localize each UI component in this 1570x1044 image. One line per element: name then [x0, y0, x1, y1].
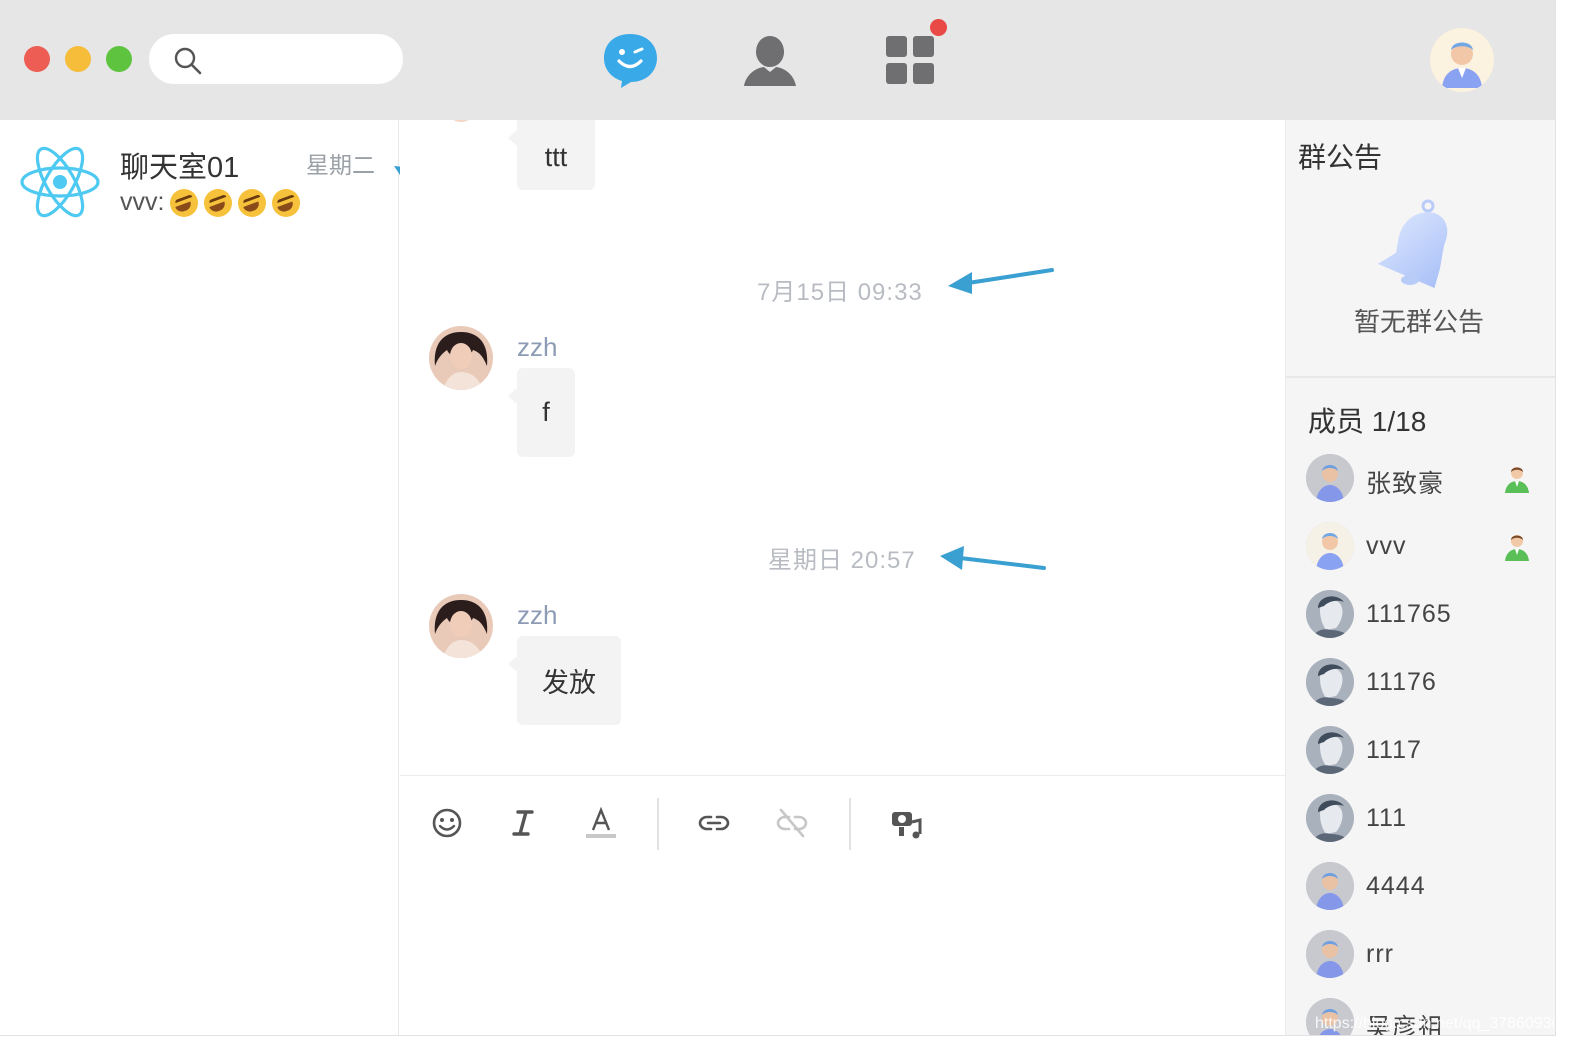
message-bubble[interactable]: ttt — [508, 120, 595, 190]
member-item[interactable]: rrr — [1306, 930, 1546, 980]
message-timestamp: 7月15日 09:33 — [757, 279, 923, 306]
member-item[interactable]: 1117 — [1306, 726, 1546, 776]
italic-icon[interactable] — [506, 806, 540, 840]
title-bar — [0, 0, 1555, 120]
conversation-name: 聊天室01 — [120, 152, 240, 184]
member-item[interactable]: 11176 — [1306, 658, 1546, 708]
message-text: ttt — [544, 141, 568, 172]
rofl-emoji-icon — [238, 188, 267, 217]
partial-avatar — [446, 120, 476, 122]
chat-icon[interactable] — [600, 30, 660, 90]
message-bubble[interactable]: f — [508, 368, 575, 457]
toolbar-separator — [849, 798, 851, 850]
conversation-preview: vvv: — [120, 188, 301, 217]
sender-avatar[interactable] — [429, 594, 493, 658]
member-item[interactable]: 张致豪 — [1306, 454, 1546, 504]
group-notice-empty: 暂无群公告 — [1354, 307, 1485, 337]
emoji-icon[interactable] — [430, 806, 464, 840]
member-name: vvv — [1366, 532, 1407, 560]
member-name: 4444 — [1366, 872, 1426, 900]
member-item[interactable]: 4444 — [1306, 862, 1546, 912]
member-name: rrr — [1366, 940, 1394, 968]
member-name: 1117 — [1366, 736, 1422, 764]
my-avatar[interactable] — [1430, 28, 1494, 92]
message-list: ttt 7月15日 09:33 zzh f 星期日 20:57 zzh 发放 — [400, 120, 1285, 775]
sender-avatar[interactable] — [429, 326, 493, 390]
member-avatar[interactable] — [1306, 590, 1354, 638]
contacts-icon[interactable] — [740, 30, 800, 90]
message-text: 发放 — [542, 668, 596, 698]
members-title: 成员 1/18 — [1308, 406, 1427, 437]
search-input[interactable] — [149, 34, 403, 84]
member-item[interactable]: 111765 — [1306, 590, 1546, 640]
watermark: https://blog.csdn.net/qq_37860930 — [1315, 1015, 1556, 1032]
user-avatar-icon — [1306, 930, 1354, 978]
apps-icon[interactable] — [880, 30, 940, 90]
admin-badge — [1502, 464, 1532, 494]
member-name: 111765 — [1366, 600, 1452, 628]
rofl-emoji-icon — [272, 188, 301, 217]
member-avatar[interactable] — [1306, 522, 1354, 570]
annotation-arrow — [948, 268, 1054, 294]
portrait-avatar-icon — [429, 594, 493, 658]
member-avatar[interactable] — [1306, 930, 1354, 978]
toolbar-separator — [657, 798, 659, 850]
member-avatar[interactable] — [1306, 862, 1354, 910]
message-composer — [400, 775, 1285, 1035]
rofl-emoji-icon — [204, 188, 233, 217]
member-avatar[interactable] — [1306, 726, 1354, 774]
message-bubble[interactable]: 发放 — [508, 636, 621, 725]
annotation-arrow — [940, 546, 1046, 570]
member-avatar[interactable] — [1306, 794, 1354, 842]
sketch-avatar-icon — [1306, 726, 1354, 774]
conversation-time: 星期二 — [306, 152, 375, 178]
sketch-avatar-icon — [1306, 658, 1354, 706]
minimize-window-button[interactable] — [65, 46, 91, 72]
apps-notification-badge — [930, 19, 947, 36]
media-icon[interactable] — [890, 806, 924, 840]
member-item[interactable]: 111 — [1306, 794, 1546, 844]
close-window-button[interactable] — [24, 46, 50, 72]
rofl-emoji-icon — [170, 188, 199, 217]
search-icon — [174, 47, 202, 75]
message-text: f — [542, 397, 550, 427]
member-name: 111 — [1366, 804, 1408, 832]
sketch-avatar-icon — [1306, 794, 1354, 842]
member-name: 张致豪 — [1366, 470, 1445, 498]
message-timestamp: 星期日 20:57 — [768, 547, 916, 574]
sketch-avatar-icon — [1306, 590, 1354, 638]
member-item[interactable]: vvv — [1306, 522, 1546, 572]
member-avatar[interactable] — [1306, 454, 1354, 502]
admin-badge — [1502, 532, 1532, 562]
link-icon[interactable] — [697, 806, 731, 840]
conversation-item[interactable]: 聊天室01 星期二 vvv: — [0, 120, 399, 240]
message-sender: zzh — [517, 600, 558, 630]
message-sender: zzh — [517, 332, 558, 362]
group-info-panel: 群公告 暂无群公告 成员 1/18 张致豪 vvv 111765 11176 1117 1… — [1285, 120, 1555, 1035]
conversation-list: 聊天室01 星期二 vvv: — [0, 120, 399, 1035]
conversation-preview-text: vvv: — [120, 188, 165, 216]
app-window: 聊天室01 星期二 vvv: ttt 7月15日 09:33 zzh f 星期日… — [0, 0, 1556, 1036]
unlink-icon[interactable] — [775, 806, 809, 840]
group-notice-title: 群公告 — [1298, 142, 1383, 173]
font-color-icon[interactable] — [584, 806, 618, 840]
maximize-window-button[interactable] — [106, 46, 132, 72]
admin-icon — [1505, 535, 1529, 561]
bell-icon — [1377, 199, 1448, 288]
user-avatar-icon — [1306, 454, 1354, 502]
portrait-avatar-icon — [429, 326, 493, 390]
react-logo-icon — [20, 146, 100, 218]
panel-divider — [1286, 376, 1555, 378]
member-avatar[interactable] — [1306, 658, 1354, 706]
user-avatar-icon — [1306, 522, 1354, 570]
admin-icon — [1505, 467, 1529, 493]
user-avatar-icon — [1442, 42, 1482, 88]
member-name: 11176 — [1366, 668, 1437, 696]
user-avatar-icon — [1306, 862, 1354, 910]
